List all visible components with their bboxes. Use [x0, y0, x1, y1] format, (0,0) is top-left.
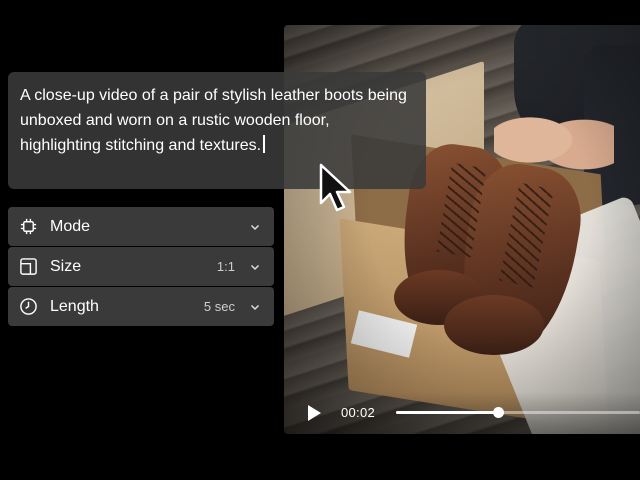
length-value: 5 sec — [203, 299, 235, 314]
progress-track[interactable] — [396, 407, 640, 418]
chevron-down-icon — [250, 304, 260, 311]
video-controls: 00:02 — [284, 392, 640, 434]
size-value: 1:1 — [216, 259, 235, 274]
prompt-text: A close-up video of a pair of stylish le… — [20, 87, 407, 154]
prompt-input[interactable]: A close-up video of a pair of stylish le… — [8, 72, 426, 189]
text-caret — [263, 135, 265, 153]
size-label: Size — [50, 258, 82, 275]
size-dropdown[interactable]: Size 1:1 — [8, 247, 274, 286]
length-label: Length — [50, 298, 99, 315]
aspect-ratio-icon — [20, 258, 37, 275]
chevron-down-icon — [250, 264, 260, 271]
progress-knob[interactable] — [493, 407, 505, 418]
play-icon — [308, 405, 321, 421]
mode-dropdown[interactable]: Mode — [8, 207, 274, 246]
generation-settings: Mode Size 1:1 Length 5 sec — [8, 207, 274, 327]
chevron-down-icon — [250, 224, 260, 231]
length-dropdown[interactable]: Length 5 sec — [8, 287, 274, 326]
play-button[interactable] — [304, 403, 324, 423]
mouse-cursor-icon — [319, 163, 352, 212]
progress-fill — [396, 411, 499, 414]
chip-icon — [20, 218, 37, 235]
playback-time: 00:02 — [341, 405, 376, 420]
clock-icon — [20, 298, 37, 315]
mode-label: Mode — [50, 218, 91, 235]
